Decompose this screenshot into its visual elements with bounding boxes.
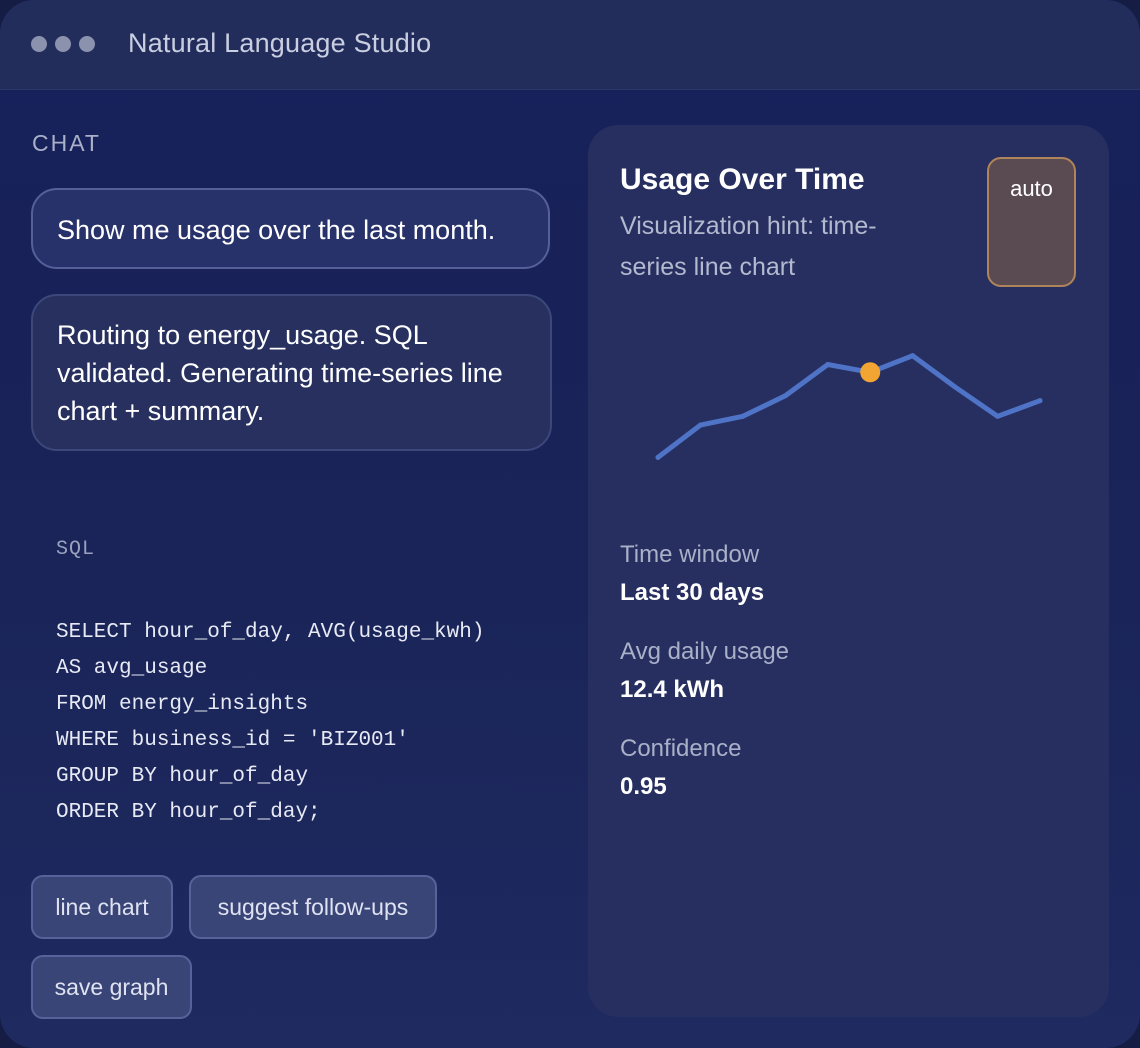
data-point xyxy=(1037,398,1043,404)
stat-value-time-window: Last 30 days xyxy=(620,579,765,606)
stat-label-avg-daily-usage: Avg daily usage xyxy=(620,638,790,665)
assistant-message: Routing to energy_usage. SQL validated. … xyxy=(31,294,552,451)
window-control-dot[interactable] xyxy=(31,36,47,52)
app-window: Natural Language Studio CHAT Show me usa… xyxy=(0,0,1140,1048)
window-control-dot[interactable] xyxy=(79,36,95,52)
stat-value-avg-daily-usage: 12.4 kWh xyxy=(620,676,725,703)
stat-value-confidence: 0.95 xyxy=(620,773,667,800)
user-message: Show me usage over the last month. xyxy=(31,188,550,269)
title-bar: Natural Language Studio xyxy=(0,0,1140,90)
data-point xyxy=(910,353,916,359)
data-point xyxy=(782,393,788,399)
data-point xyxy=(740,413,746,419)
data-point xyxy=(825,361,831,367)
data-point xyxy=(655,454,661,460)
chat-section-label: CHAT xyxy=(32,130,101,156)
usage-line-chart xyxy=(655,353,1043,460)
sql-label: SQL xyxy=(56,538,96,561)
sql-code: SELECT hour_of_day, AVG(usage_kwh) AS av… xyxy=(56,621,485,824)
stat-label-time-window: Time window xyxy=(620,541,760,568)
data-point xyxy=(952,384,958,390)
window-control-dot[interactable] xyxy=(55,36,71,52)
line-chart-button[interactable]: line chart xyxy=(31,875,173,939)
highlighted-data-point[interactable] xyxy=(860,362,881,383)
save-graph-button[interactable]: save graph xyxy=(31,955,192,1019)
stat-label-confidence: Confidence xyxy=(620,735,742,762)
usage-series-line xyxy=(655,353,1043,460)
data-point xyxy=(995,413,1001,419)
visualization-panel: Usage Over Time Visualization hint: time… xyxy=(588,125,1109,1017)
data-point xyxy=(697,422,703,428)
suggest-followups-button[interactable]: suggest follow-ups xyxy=(189,875,437,939)
app-title: Natural Language Studio xyxy=(128,28,432,58)
